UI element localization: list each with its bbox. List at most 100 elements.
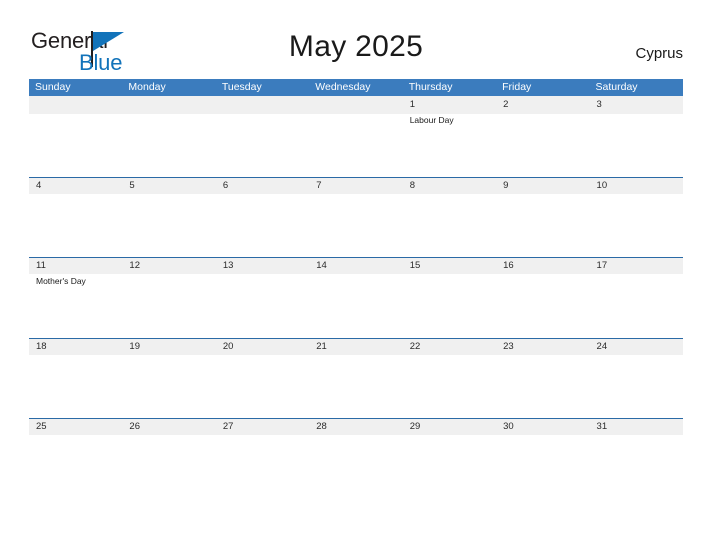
event-cell bbox=[216, 275, 309, 287]
event-cell bbox=[309, 275, 402, 287]
event-cell bbox=[496, 194, 589, 195]
calendar-page: General Blue May 2025 Cyprus Sunday Mond… bbox=[0, 0, 712, 550]
day-cell[interactable]: 29 bbox=[403, 419, 496, 435]
week-date-band: 18 19 20 21 22 23 24 bbox=[29, 337, 683, 355]
week-events-band: Mother's Day bbox=[29, 275, 683, 287]
week-row: 18 19 20 21 22 23 24 bbox=[29, 337, 683, 419]
event-cell bbox=[309, 436, 402, 437]
event-cell: Mother's Day bbox=[29, 275, 122, 287]
day-cell[interactable]: 27 bbox=[216, 419, 309, 435]
day-cell[interactable] bbox=[216, 96, 309, 114]
day-cell[interactable]: 12 bbox=[122, 258, 215, 274]
day-cell[interactable]: 30 bbox=[496, 419, 589, 435]
page-title: May 2025 bbox=[288, 30, 424, 63]
day-cell[interactable]: 17 bbox=[590, 258, 683, 274]
day-cell[interactable]: 23 bbox=[496, 339, 589, 355]
day-cell[interactable]: 16 bbox=[496, 258, 589, 274]
event-cell bbox=[496, 275, 589, 287]
event-cell bbox=[29, 194, 122, 195]
calendar-grid: Sunday Monday Tuesday Wednesday Thursday… bbox=[29, 79, 683, 499]
event-cell bbox=[590, 436, 683, 437]
day-cell[interactable] bbox=[29, 96, 122, 114]
page-header: General Blue May 2025 Cyprus bbox=[0, 0, 712, 75]
day-cell[interactable] bbox=[309, 96, 402, 114]
day-cell[interactable]: 20 bbox=[216, 339, 309, 355]
event-cell bbox=[403, 436, 496, 437]
event-cell bbox=[122, 355, 215, 356]
event-cell bbox=[29, 355, 122, 356]
weekday-header-friday: Friday bbox=[502, 81, 532, 93]
event-cell bbox=[216, 436, 309, 437]
day-cell[interactable]: 9 bbox=[496, 178, 589, 194]
week-date-band: 1 2 3 bbox=[29, 96, 683, 114]
country-label: Cyprus bbox=[635, 45, 683, 62]
event-cell bbox=[122, 436, 215, 437]
event-cell bbox=[309, 114, 402, 126]
day-cell[interactable]: 15 bbox=[403, 258, 496, 274]
event-label: Mother's Day bbox=[36, 275, 86, 286]
day-cell[interactable]: 5 bbox=[122, 178, 215, 194]
weekday-header-tuesday: Tuesday bbox=[221, 81, 262, 93]
weekday-header-monday: Monday bbox=[128, 81, 166, 93]
event-cell bbox=[403, 275, 496, 287]
day-cell[interactable]: 8 bbox=[403, 178, 496, 194]
weekday-header-sunday: Sunday bbox=[35, 81, 71, 93]
week-date-band: 11 12 13 14 15 16 17 bbox=[29, 257, 683, 275]
weekday-header-saturday: Saturday bbox=[595, 81, 638, 93]
event-label: Labour Day bbox=[409, 114, 454, 125]
day-cell[interactable]: 6 bbox=[216, 178, 309, 194]
weekday-header-thursday: Thursday bbox=[408, 81, 453, 93]
event-cell bbox=[122, 275, 215, 287]
event-cell bbox=[403, 355, 496, 356]
day-cell[interactable]: 21 bbox=[309, 339, 402, 355]
day-cell[interactable]: 13 bbox=[216, 258, 309, 274]
event-cell bbox=[590, 355, 683, 356]
week-events-band bbox=[29, 355, 683, 356]
event-cell bbox=[122, 114, 215, 126]
day-cell[interactable]: 3 bbox=[590, 96, 683, 114]
day-cell[interactable]: 28 bbox=[309, 419, 402, 435]
event-cell bbox=[309, 194, 402, 195]
day-cell[interactable]: 18 bbox=[29, 339, 122, 355]
week-events-band bbox=[29, 436, 683, 437]
event-cell bbox=[590, 275, 683, 287]
day-cell[interactable]: 19 bbox=[122, 339, 215, 355]
event-cell bbox=[216, 355, 309, 356]
event-cell: Labour Day bbox=[403, 114, 496, 126]
event-cell bbox=[403, 194, 496, 195]
event-cell bbox=[29, 436, 122, 437]
weekday-header-wednesday: Wednesday bbox=[315, 81, 371, 93]
event-cell bbox=[496, 355, 589, 356]
week-row: 11 12 13 14 15 16 17 Mother's Day bbox=[29, 257, 683, 338]
event-cell bbox=[29, 114, 122, 126]
day-cell[interactable]: 2 bbox=[496, 96, 589, 114]
day-cell[interactable]: 25 bbox=[29, 419, 122, 435]
day-cell[interactable]: 22 bbox=[403, 339, 496, 355]
day-cell[interactable] bbox=[122, 96, 215, 114]
week-date-band: 25 26 27 28 29 30 31 bbox=[29, 418, 683, 436]
day-cell[interactable]: 11 bbox=[29, 258, 122, 274]
event-cell bbox=[496, 114, 589, 126]
week-row: 25 26 27 28 29 30 31 bbox=[29, 418, 683, 499]
event-cell bbox=[122, 194, 215, 195]
day-cell[interactable]: 14 bbox=[309, 258, 402, 274]
day-cell[interactable]: 26 bbox=[122, 419, 215, 435]
week-date-band: 4 5 6 7 8 9 10 bbox=[29, 176, 683, 194]
day-cell[interactable]: 24 bbox=[590, 339, 683, 355]
week-events-band bbox=[29, 194, 683, 195]
event-cell bbox=[590, 194, 683, 195]
event-cell bbox=[216, 194, 309, 195]
weekday-header-row: Sunday Monday Tuesday Wednesday Thursday… bbox=[29, 79, 683, 96]
week-row: 4 5 6 7 8 9 10 bbox=[29, 176, 683, 258]
event-cell bbox=[496, 436, 589, 437]
day-cell[interactable]: 4 bbox=[29, 178, 122, 194]
event-cell bbox=[309, 355, 402, 356]
day-cell[interactable]: 1 bbox=[403, 96, 496, 114]
week-row: 1 2 3 Labour Day bbox=[29, 96, 683, 177]
day-cell[interactable]: 7 bbox=[309, 178, 402, 194]
day-cell[interactable]: 31 bbox=[590, 419, 683, 435]
week-events-band: Labour Day bbox=[29, 114, 683, 126]
day-cell[interactable]: 10 bbox=[590, 178, 683, 194]
event-cell bbox=[590, 114, 683, 126]
event-cell bbox=[216, 114, 309, 126]
